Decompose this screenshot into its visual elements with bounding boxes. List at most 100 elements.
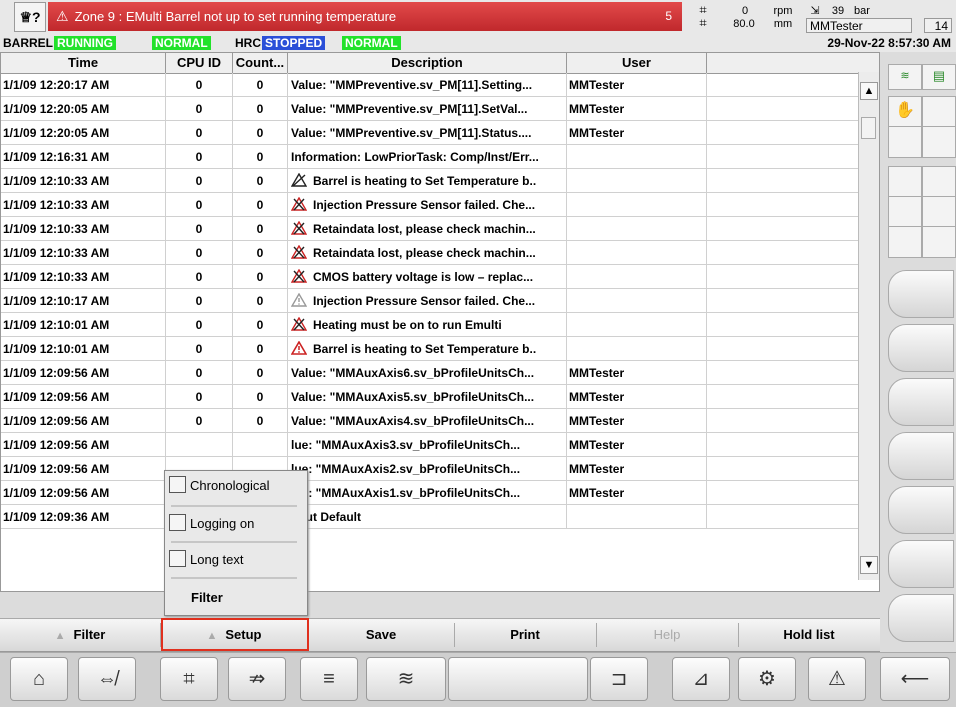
temperature-icon[interactable]: ≡ [300, 657, 358, 701]
cell-time: 1/1/09 12:10:01 AM [1, 337, 166, 361]
scroll-down-button[interactable]: ▼ [860, 556, 878, 574]
column-header-description[interactable]: Description [288, 53, 567, 73]
scroll-up-button[interactable]: ▲ [860, 82, 878, 100]
side-softkey-3[interactable] [888, 378, 954, 426]
empty-key[interactable] [922, 126, 956, 158]
column-header-time[interactable]: Time [1, 53, 166, 73]
table-row[interactable]: 1/1/09 12:10:01 AM 0 0 Heating must be on t… [1, 313, 861, 337]
table-row[interactable]: 1/1/09 12:09:56 AM lue: "MMAuxAxis1.sv_bP… [1, 481, 861, 505]
cell-cpu-id: 0 [166, 145, 233, 169]
menu-item-filter[interactable]: Filter [169, 587, 303, 609]
warning-grey-icon [290, 291, 308, 307]
cell-user [567, 217, 707, 241]
side-softkey-4[interactable] [888, 432, 954, 480]
print-softkey[interactable]: Print [454, 619, 596, 651]
table-header: Time CPU ID Count... Description User [1, 53, 879, 74]
logging-on-checkbox[interactable] [169, 514, 186, 531]
cell-description: gout Default [288, 505, 567, 529]
back-arrow-icon[interactable]: ⟵ [880, 657, 950, 701]
cell-cpu-id: 0 [166, 337, 233, 361]
logged-user[interactable]: MMTester [806, 18, 912, 33]
alarm-count: 5 [665, 9, 672, 23]
side-softkey-6[interactable] [888, 540, 954, 588]
cell-cpu-id: 0 [166, 409, 233, 433]
home-icon[interactable]: ⌂ [10, 657, 68, 701]
empty-key[interactable] [922, 196, 956, 228]
table-scrollbar[interactable]: ▲ ▼ [858, 72, 879, 580]
table-row[interactable]: 1/1/09 12:09:56 AM 0 0 Value: "MMAuxAxis5.s… [1, 385, 861, 409]
menu-item-logging-on[interactable]: Logging on [169, 513, 303, 535]
table-row[interactable]: 1/1/09 12:20:17 AM 0 0 Value: "MMPreventive… [1, 73, 861, 97]
chronological-checkbox[interactable] [169, 476, 186, 493]
graph-icon[interactable]: ⊿ [672, 657, 730, 701]
cell-description: Retaindata lost, please check machin... [288, 217, 567, 241]
mold-icon[interactable]: ⇎ [78, 657, 136, 701]
heating-profile-icon[interactable]: ≋ [366, 657, 446, 701]
empty-key[interactable] [888, 196, 922, 228]
cell-cpu-id: 0 [166, 121, 233, 145]
injection-icon[interactable]: ⇏ [228, 657, 286, 701]
empty-nav-key[interactable] [448, 657, 588, 701]
cell-time: 1/1/09 12:20:05 AM [1, 97, 166, 121]
menu-item-chronological[interactable]: Chronological [169, 475, 303, 497]
save-softkey[interactable]: Save [308, 619, 454, 651]
column-header-user[interactable]: User [567, 53, 707, 73]
filter-softkey[interactable]: ▲ Filter [0, 619, 160, 651]
ejector-icon[interactable]: ⊐ [590, 657, 648, 701]
table-row[interactable]: 1/1/09 12:10:33 AM 0 0 Retaindata lost, ple… [1, 241, 861, 265]
cell-time: 1/1/09 12:09:56 AM [1, 361, 166, 385]
cell-count: 0 [233, 97, 288, 121]
table-row[interactable]: 1/1/09 12:09:36 AM gout Default [1, 505, 861, 529]
table-row[interactable]: 1/1/09 12:09:56 AM 0 0 Value: "MMAuxAxis4.s… [1, 409, 861, 433]
cell-empty [707, 121, 861, 145]
clamp-icon[interactable]: ⌗ [160, 657, 218, 701]
active-alarm-icon [290, 195, 308, 211]
column-header-cpu-id[interactable]: CPU ID [166, 53, 233, 73]
cell-empty [707, 481, 861, 505]
cell-time: 1/1/09 12:09:56 AM [1, 433, 166, 457]
side-softkey-7[interactable] [888, 594, 954, 642]
settings-icon[interactable]: ⚙ [738, 657, 796, 701]
table-row[interactable]: 1/1/09 12:20:05 AM 0 0 Value: "MMPreventive… [1, 121, 861, 145]
cell-count: 0 [233, 217, 288, 241]
list-view-icon[interactable]: ▤ [922, 64, 956, 90]
empty-key[interactable] [922, 226, 956, 258]
cell-count: 0 [233, 385, 288, 409]
side-softkey-5[interactable] [888, 486, 954, 534]
empty-key[interactable] [888, 126, 922, 158]
table-row[interactable]: 1/1/09 12:09:56 AM lue: "MMAuxAxis3.sv_bP… [1, 433, 861, 457]
cell-cpu-id: 0 [166, 217, 233, 241]
hand-mode-icon[interactable]: ✋ [888, 96, 922, 128]
table-row[interactable]: 1/1/09 12:16:31 AM 0 0 Information: LowPrio… [1, 145, 861, 169]
status-line: BARREL RUNNING NORMAL HRC STOPPED NORMAL… [0, 34, 956, 52]
cell-count: 0 [233, 73, 288, 97]
alarm-icon[interactable]: ⚠ [808, 657, 866, 701]
side-softkey-1[interactable] [888, 270, 954, 318]
side-softkey-2[interactable] [888, 324, 954, 372]
alarm-banner[interactable]: ⚠ Zone 9 : EMulti Barrel not up to set r… [48, 2, 682, 31]
menu-item-long-text[interactable]: Long text [169, 549, 303, 571]
empty-key[interactable] [888, 166, 922, 198]
scroll-thumb[interactable] [861, 117, 876, 139]
empty-key[interactable] [922, 166, 956, 198]
table-row[interactable]: 1/1/09 12:09:56 AM lue: "MMAuxAxis2.sv_bP… [1, 457, 861, 481]
table-row[interactable]: 1/1/09 12:10:33 AM 0 0 Injection Pressure S… [1, 193, 861, 217]
cell-empty [707, 289, 861, 313]
empty-key[interactable] [888, 226, 922, 258]
user-help-icon[interactable]: ♕? [14, 2, 46, 32]
table-row[interactable]: 1/1/09 12:20:05 AM 0 0 Value: "MMPreventive… [1, 97, 861, 121]
table-row[interactable]: 1/1/09 12:10:17 AM 0 0 Injection Pressure S… [1, 289, 861, 313]
table-row[interactable]: 1/1/09 12:09:56 AM 0 0 Value: "MMAuxAxis6.s… [1, 361, 861, 385]
long-text-checkbox[interactable] [169, 550, 186, 567]
triangle-up-icon: ▲ [54, 630, 66, 642]
heating-zone-icon[interactable]: ≋ [888, 64, 922, 90]
cell-cpu-id: 0 [166, 97, 233, 121]
cell-empty [707, 241, 861, 265]
table-row[interactable]: 1/1/09 12:10:01 AM 0 0 Barrel is heating to… [1, 337, 861, 361]
hold-list-softkey[interactable]: Hold list [738, 619, 880, 651]
table-row[interactable]: 1/1/09 12:10:33 AM 0 0 Retaindata lost, ple… [1, 217, 861, 241]
table-row[interactable]: 1/1/09 12:10:33 AM 0 0 CMOS battery voltage… [1, 265, 861, 289]
empty-key[interactable] [922, 96, 956, 128]
column-header-count[interactable]: Count... [233, 53, 288, 73]
table-row[interactable]: 1/1/09 12:10:33 AM 0 0 Barrel is heating to… [1, 169, 861, 193]
